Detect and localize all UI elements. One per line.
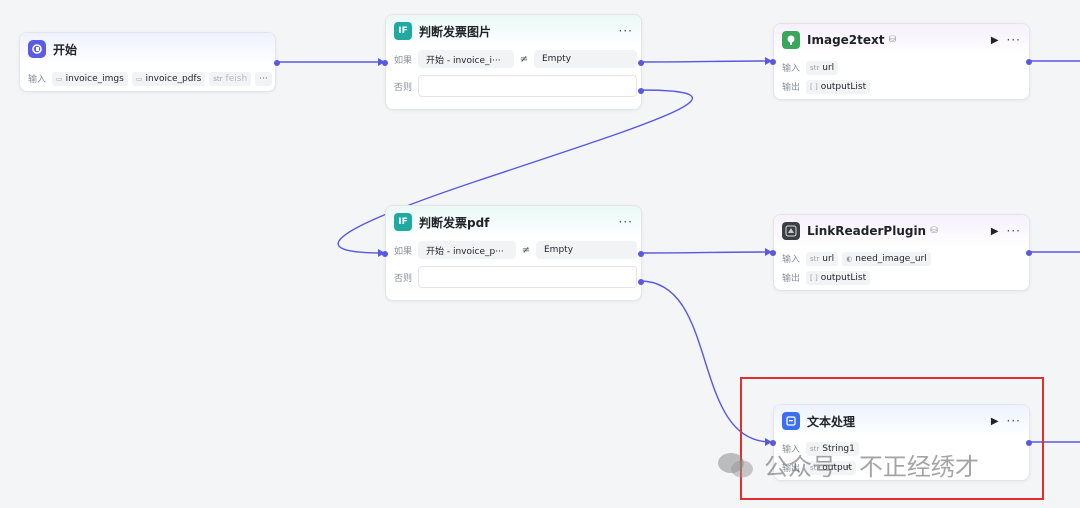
cond-image-more-button[interactable]: ··· <box>619 24 633 38</box>
start-node-header[interactable]: 开始 <box>20 33 275 65</box>
workflow-canvas[interactable]: 开始 输入 ▭ invoice_imgs ▭ invoice_pdfs str fei… <box>0 0 1080 508</box>
if-icon: IF <box>394 213 412 231</box>
cond-pdf-more-button[interactable]: ··· <box>619 215 633 229</box>
linkreader-output-list: [ ] outputList <box>806 270 871 285</box>
cond-image-input-port[interactable] <box>382 60 388 66</box>
cond-pdf-input-port[interactable] <box>382 251 388 257</box>
plugin-tag-icon: ⛁ <box>930 226 938 236</box>
output-label: 输出 <box>782 83 801 93</box>
start-icon <box>28 40 46 58</box>
cond-image-header[interactable]: IF 判断发票图片 ··· <box>386 15 641 47</box>
not-equal-operator[interactable]: ≠ <box>514 54 534 65</box>
not-equal-operator[interactable]: ≠ <box>516 245 536 256</box>
cond-pdf-node[interactable]: IF 判断发票pdf ··· 如果 开始 - invoice_p··· ≠ Em… <box>382 205 644 301</box>
array-type-icon: ▭ <box>135 74 143 83</box>
image2text-node[interactable]: Image2text ⛁ ▶ ··· 输入 str url 输出 [ ] outpu… <box>770 23 1032 100</box>
image2text-input-url: str url <box>806 60 839 75</box>
wechat-icon <box>716 450 756 480</box>
cond-pdf-if-row: 如果 开始 - invoice_p··· ≠ Empty <box>386 238 641 262</box>
array-type-icon: [ ] <box>810 82 818 91</box>
cond-image-else-row: 否则 <box>386 74 641 98</box>
start-input-feish: str feish <box>209 71 252 86</box>
string-type-icon: str <box>213 74 223 83</box>
cond-image-title: 判断发票图片 <box>419 24 492 39</box>
input-label: 输入 <box>782 64 801 74</box>
image2text-plugin-icon <box>782 31 800 49</box>
image2text-input-port[interactable] <box>770 59 776 65</box>
cond-image-left-operand[interactable]: 开始 - invoice_i··· <box>418 50 514 68</box>
cond-image-right-operand[interactable]: Empty <box>534 50 637 68</box>
watermark: 公众号 · 不正经绣才 <box>716 447 979 482</box>
string-type-icon: str <box>810 63 820 72</box>
if-label: 如果 <box>394 55 413 66</box>
start-input-label: 输入 <box>28 75 47 85</box>
cond-pdf-left-operand[interactable]: 开始 - invoice_p··· <box>418 241 516 259</box>
linkreader-input-port[interactable] <box>770 250 776 256</box>
image2text-header[interactable]: Image2text ⛁ ▶ ··· <box>774 24 1029 56</box>
cond-pdf-else-box[interactable] <box>418 266 637 288</box>
array-type-icon: [ ] <box>810 273 818 282</box>
image2text-run-button[interactable]: ▶ <box>991 35 999 46</box>
start-inputs-more-button[interactable]: ··· <box>255 71 272 86</box>
linkreader-more-button[interactable]: ··· <box>1007 224 1021 238</box>
cond-image-node[interactable]: IF 判断发票图片 ··· 如果 开始 - invoice_i··· ≠ Emp… <box>382 14 644 110</box>
input-label: 输入 <box>782 255 801 265</box>
image2text-title: Image2text <box>807 33 885 47</box>
watermark-text: 公众号 · 不正经绣才 <box>764 453 979 481</box>
cond-image-else-port[interactable] <box>638 88 644 94</box>
string-type-icon: str <box>810 254 820 263</box>
edge-cond-image-to-image2text <box>639 60 772 63</box>
if-icon: IF <box>394 22 412 40</box>
if-label: 如果 <box>394 246 413 257</box>
plugin-tag-icon: ⛁ <box>888 35 897 45</box>
linkreader-run-button[interactable]: ▶ <box>991 226 999 237</box>
cond-image-else-box[interactable] <box>418 75 637 97</box>
cond-pdf-right-operand[interactable]: Empty <box>536 241 637 259</box>
cond-pdf-if-port[interactable] <box>638 251 644 257</box>
linkreader-output-port[interactable] <box>1026 250 1032 256</box>
output-label: 输出 <box>782 274 801 284</box>
start-input-invoice-pdfs: ▭ invoice_pdfs <box>131 71 206 86</box>
start-output-port[interactable] <box>274 60 280 66</box>
image2text-output-list: [ ] outputList <box>806 79 871 94</box>
image2text-more-button[interactable]: ··· <box>1007 33 1021 47</box>
else-label: 否则 <box>394 82 413 93</box>
linkreader-title: LinkReaderPlugin <box>807 224 927 238</box>
cond-pdf-else-row: 否则 <box>386 265 641 289</box>
edge-cond-pdf-to-linkreader <box>639 251 772 254</box>
cond-pdf-title: 判断发票pdf <box>419 215 490 230</box>
else-label: 否则 <box>394 273 413 284</box>
start-node-title: 开始 <box>53 42 78 57</box>
linkreader-header[interactable]: LinkReaderPlugin ⛁ ▶ ··· <box>774 215 1029 247</box>
linkreader-input-url: str url <box>806 251 839 266</box>
boolean-toggle-icon: ◐ <box>846 254 853 263</box>
linkreader-plugin-icon <box>782 222 800 240</box>
start-node[interactable]: 开始 输入 ▭ invoice_imgs ▭ invoice_pdfs str fei… <box>19 32 280 92</box>
cond-pdf-header[interactable]: IF 判断发票pdf ··· <box>386 206 641 238</box>
linkreader-node[interactable]: LinkReaderPlugin ⛁ ▶ ··· 输入 str url ◐ need… <box>770 214 1032 291</box>
start-input-invoice-imgs: ▭ invoice_imgs <box>52 71 128 86</box>
linkreader-input-need-image-url: ◐ need_image_url <box>842 251 931 266</box>
array-type-icon: ▭ <box>56 74 63 83</box>
image2text-output-port[interactable] <box>1026 59 1032 65</box>
cond-image-if-port[interactable] <box>638 60 644 66</box>
cond-image-if-row: 如果 开始 - invoice_i··· ≠ Empty <box>386 47 641 71</box>
cond-pdf-else-port[interactable] <box>638 279 644 285</box>
